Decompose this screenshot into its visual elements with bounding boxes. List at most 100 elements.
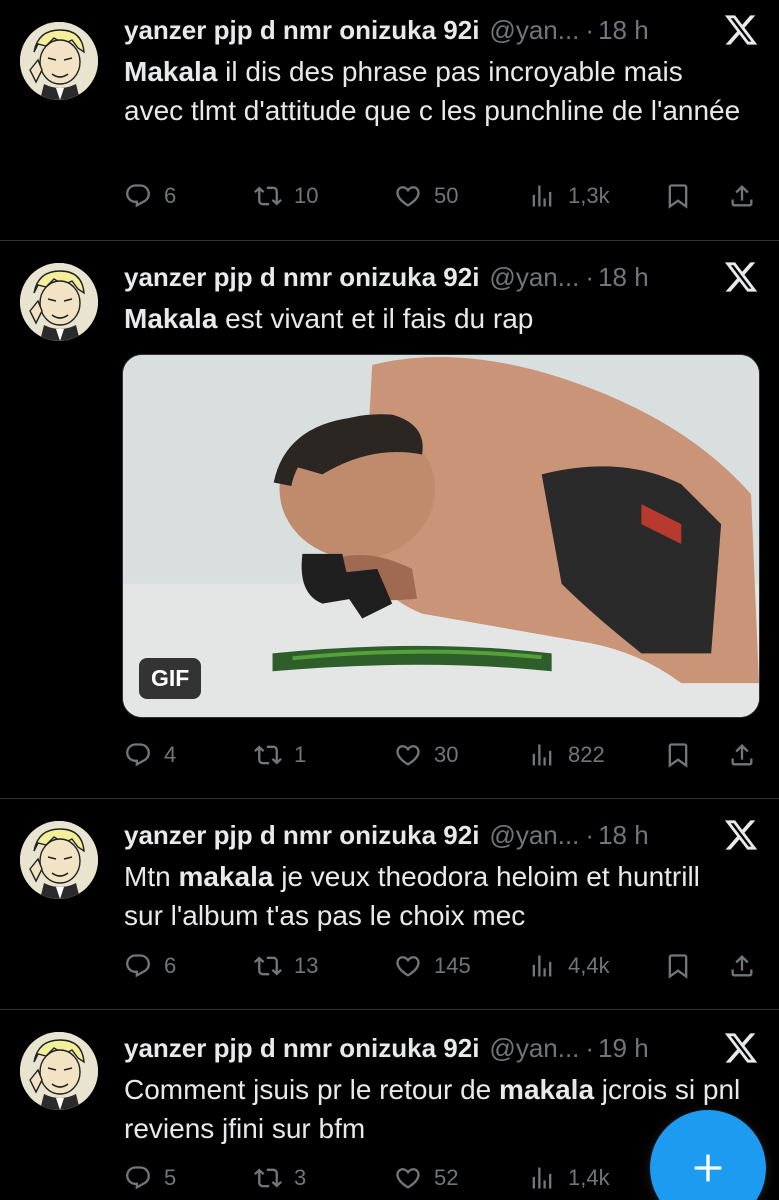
views-icon (532, 185, 552, 207)
tweet-text: Mtn makala je veux theodora heloim et hu… (124, 857, 744, 935)
views-count: 4,4k (568, 953, 610, 978)
tweet-text: Makala est vivant et il fais du rap (124, 299, 744, 338)
author-handle[interactable]: @yan... (489, 820, 579, 851)
reply-icon (126, 1166, 150, 1190)
like-button[interactable]: 30 (394, 739, 458, 771)
avatar-image (20, 1032, 98, 1110)
avatar[interactable] (20, 821, 98, 899)
x-logo-icon[interactable] (723, 1030, 759, 1066)
text-segment: Comment jsuis pr le retour de (124, 1074, 500, 1105)
views-count: 822 (568, 742, 605, 767)
x-logo-icon[interactable] (723, 12, 759, 48)
retweet-button[interactable]: 10 (254, 180, 318, 212)
share-button[interactable] (728, 739, 756, 771)
reply-button[interactable]: 6 (124, 950, 176, 982)
like-icon (396, 1168, 420, 1189)
reply-button[interactable]: 4 (124, 739, 176, 771)
mention-bold: makala (178, 861, 274, 892)
views-button[interactable]: 1,4k (528, 1162, 610, 1194)
separator-dot: · (585, 261, 595, 292)
avatar[interactable] (20, 1032, 98, 1110)
avatar[interactable] (20, 22, 98, 100)
like-count: 30 (434, 742, 459, 767)
tweet-actions: 6 10 50 1,3k (124, 180, 760, 212)
share-icon (731, 185, 753, 207)
author-handle[interactable]: @yan... (489, 15, 579, 46)
reply-icon (126, 184, 150, 208)
like-count: 52 (434, 1165, 459, 1190)
retweet-icon (254, 745, 282, 765)
bookmark-button[interactable] (664, 180, 692, 212)
author-name[interactable]: yanzer pjp d nmr onizuka 92i (124, 262, 479, 293)
views-button[interactable]: 1,3k (528, 180, 610, 212)
retweet-button[interactable]: 13 (254, 950, 318, 982)
views-button[interactable]: 4,4k (528, 950, 610, 982)
bookmark-button[interactable] (664, 739, 692, 771)
retweet-count: 1 (294, 742, 307, 767)
gif-image (123, 355, 759, 717)
retweet-icon (254, 186, 282, 206)
avatar-image (20, 22, 98, 100)
x-logo-icon[interactable] (723, 817, 759, 853)
like-button[interactable]: 50 (394, 180, 458, 212)
timestamp[interactable]: 19 h (598, 1033, 649, 1064)
like-count: 145 (434, 953, 471, 978)
mention-bold: makala (499, 1074, 595, 1105)
mention-bold: Makala (124, 56, 218, 87)
tweet-text: Comment jsuis pr le retour de makala jcr… (124, 1070, 744, 1148)
like-icon (396, 956, 420, 977)
retweet-button[interactable]: 3 (254, 1162, 306, 1194)
reply-icon (126, 743, 150, 767)
like-button[interactable]: 52 (394, 1162, 458, 1194)
share-button[interactable] (728, 950, 756, 982)
timestamp[interactable]: 18 h (598, 262, 649, 293)
share-icon (731, 955, 753, 977)
tweet-1[interactable]: yanzer pjp d nmr onizuka 92i @yan... · 1… (0, 0, 779, 240)
like-button[interactable]: 145 (394, 950, 471, 982)
tweet-header: yanzer pjp d nmr onizuka 92i @yan... · 1… (124, 12, 759, 48)
tweet-media-gif[interactable]: GIF (122, 354, 760, 718)
reply-count: 6 (164, 953, 177, 978)
bookmark-icon (668, 743, 688, 768)
avatar[interactable] (20, 263, 98, 341)
share-icon (731, 744, 753, 766)
bookmark-icon (668, 184, 688, 209)
like-icon (396, 745, 420, 766)
tweet-header: yanzer pjp d nmr onizuka 92i @yan... · 1… (124, 817, 759, 853)
author-name[interactable]: yanzer pjp d nmr onizuka 92i (124, 1033, 479, 1064)
reply-button[interactable]: 5 (124, 1162, 176, 1194)
views-count: 1,3k (568, 183, 610, 208)
views-button[interactable]: 822 (528, 739, 605, 771)
share-button[interactable] (728, 180, 756, 212)
views-icon (532, 955, 552, 977)
author-name[interactable]: yanzer pjp d nmr onizuka 92i (124, 15, 479, 46)
tweet-3[interactable]: yanzer pjp d nmr onizuka 92i @yan... · 1… (0, 799, 779, 1009)
retweet-icon (254, 956, 282, 976)
like-count: 50 (434, 183, 459, 208)
reply-button[interactable]: 6 (124, 180, 176, 212)
reply-count: 6 (164, 183, 177, 208)
tweet-2[interactable]: yanzer pjp d nmr onizuka 92i @yan... · 1… (0, 241, 779, 798)
x-logo-icon[interactable] (723, 259, 759, 295)
text-segment: est vivant et il fais du rap (217, 303, 534, 334)
tweet-header: yanzer pjp d nmr onizuka 92i @yan... · 1… (124, 1030, 759, 1066)
retweet-icon (254, 1168, 282, 1188)
timestamp[interactable]: 18 h (598, 15, 649, 46)
tweet-actions: 6 13 145 4,4k (124, 950, 760, 982)
retweet-button[interactable]: 1 (254, 739, 306, 771)
tweet-text: Makala il dis des phrase pas incroyable … (124, 52, 744, 130)
author-name[interactable]: yanzer pjp d nmr onizuka 92i (124, 820, 479, 851)
retweet-count: 10 (294, 183, 319, 208)
compose-plus-icon (694, 1154, 722, 1182)
author-handle[interactable]: @yan... (489, 262, 579, 293)
avatar-image (20, 263, 98, 341)
bookmark-icon (668, 954, 688, 979)
like-icon (396, 186, 420, 207)
author-handle[interactable]: @yan... (489, 1033, 579, 1064)
reply-icon (126, 954, 150, 978)
mention-bold: Makala (124, 303, 218, 334)
timestamp[interactable]: 18 h (598, 820, 649, 851)
separator-dot: · (585, 819, 595, 850)
text-segment: il dis des phrase pas incroyable mais av… (124, 56, 741, 126)
bookmark-button[interactable] (664, 950, 692, 982)
